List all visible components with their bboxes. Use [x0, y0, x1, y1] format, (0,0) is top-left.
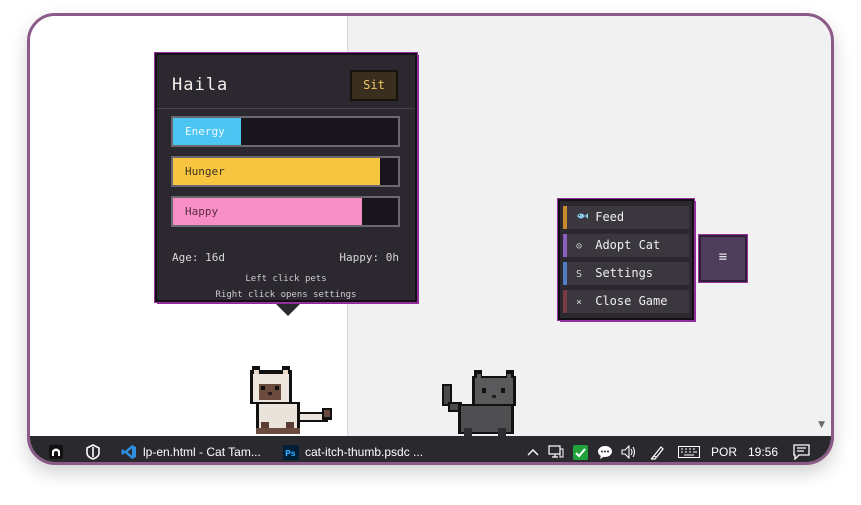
chat-icon	[597, 445, 613, 460]
taskbar: lp-en.html - Cat Tam... Ps cat-itch-thum…	[30, 436, 831, 462]
target-icon: ⊙	[576, 241, 583, 252]
show-hidden-icons-button[interactable]	[527, 436, 539, 462]
energy-label: Energy	[185, 125, 225, 138]
keyboard-tray-button[interactable]	[678, 436, 700, 462]
time-label: 19:56	[748, 445, 779, 459]
happy-bar: Happy	[171, 196, 400, 227]
notification-icon	[793, 444, 810, 460]
shield-icon	[86, 444, 100, 460]
notifications-button[interactable]	[793, 436, 810, 462]
photoshop-label: cat-itch-thumb.psdc ...	[305, 445, 424, 459]
age-text: Age: 16d	[172, 251, 225, 264]
scroll-down-icon[interactable]: ▼	[818, 420, 825, 430]
settings-menu-item[interactable]: S Settings	[563, 262, 689, 285]
chat-tray-button[interactable]	[597, 436, 613, 462]
menu-toggle-button[interactable]: ≡	[698, 234, 748, 283]
language-indicator[interactable]: POR	[711, 436, 738, 462]
close-game-label: Close Game	[595, 294, 668, 308]
check-tray-button[interactable]	[573, 436, 588, 462]
close-icon: ×	[576, 297, 583, 308]
pen-icon	[650, 444, 666, 460]
speaker-icon	[621, 445, 637, 459]
siamese-cat[interactable]	[246, 362, 338, 438]
language-label: POR	[711, 445, 738, 459]
keyboard-icon	[678, 446, 700, 458]
game-menu: Feed ⊙ Adopt Cat S Settings × Close Game	[557, 198, 695, 321]
photoshop-icon: Ps	[283, 444, 299, 460]
shield-app-button[interactable]	[86, 436, 100, 462]
svg-text:Ps: Ps	[285, 449, 296, 458]
settings-icon: S	[576, 269, 583, 280]
vscode-icon	[121, 444, 137, 460]
monitor-icon	[548, 445, 564, 459]
photoshop-taskbar-item[interactable]: Ps cat-itch-thumb.psdc ...	[283, 436, 424, 462]
fish-icon	[576, 207, 588, 230]
hint-left-click: Left click pets	[245, 274, 327, 284]
settings-label: Settings	[595, 266, 654, 280]
chevron-up-icon	[527, 448, 539, 456]
adopt-cat-label: Adopt Cat	[595, 238, 661, 252]
vscode-taskbar-item[interactable]: lp-en.html - Cat Tam...	[121, 436, 261, 462]
feed-menu-item[interactable]: Feed	[563, 206, 689, 229]
happy-time-text: Happy: 0h	[339, 251, 399, 264]
hint-right-click: Right click opens settings	[215, 290, 357, 300]
adopt-cat-menu-item[interactable]: ⊙ Adopt Cat	[563, 234, 689, 257]
energy-bar: Energy	[171, 116, 400, 147]
cave-icon	[48, 444, 64, 460]
network-tray-button[interactable]	[548, 436, 564, 462]
close-game-menu-item[interactable]: × Close Game	[563, 290, 689, 313]
vscode-label: lp-en.html - Cat Tam...	[143, 445, 261, 459]
check-icon	[573, 444, 588, 460]
cat-stats-panel: Haila Sit Energy Hunger Happy Age: 16d H…	[154, 52, 418, 316]
panel-pointer	[276, 304, 300, 316]
feed-label: Feed	[595, 210, 625, 224]
pen-tray-button[interactable]	[650, 436, 666, 462]
clock[interactable]: 19:56	[748, 436, 779, 462]
hunger-bar: Hunger	[171, 156, 400, 187]
app-window: ▼ Haila Sit Energy Hunger Happy Age: 16d…	[27, 13, 834, 465]
grey-cat[interactable]	[440, 366, 522, 438]
happy-label: Happy	[185, 205, 219, 218]
sit-button[interactable]: Sit	[350, 70, 398, 101]
hunger-label: Hunger	[185, 165, 225, 178]
stats-header: Haila Sit	[157, 55, 415, 109]
volume-tray-button[interactable]	[621, 436, 637, 462]
cave-app-button[interactable]	[48, 436, 64, 462]
cat-name: Haila	[172, 75, 229, 95]
